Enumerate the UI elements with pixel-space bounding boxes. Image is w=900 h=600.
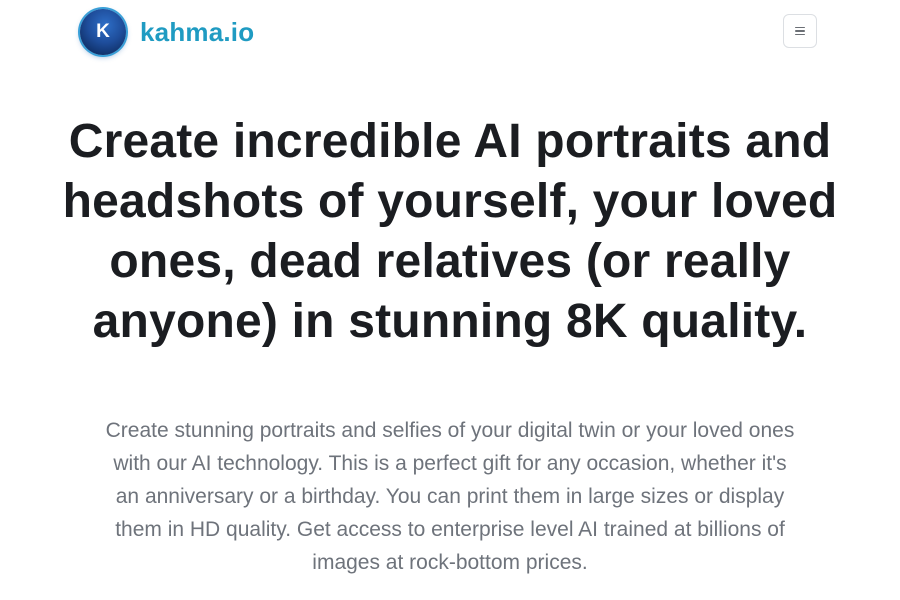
menu-toggle-button[interactable] [783,14,817,48]
hero-description: Create stunning portraits and selfies of… [105,419,795,574]
logo-letter: K [96,21,110,42]
landing-page: K kahma.io Create incredible AI portrait… [0,0,900,600]
hamburger-menu-icon [795,26,805,36]
brand-name: kahma.io [140,16,255,47]
brand-home-link[interactable]: K kahma.io [80,8,254,56]
hero-title: Create incredible AI portraits and heads… [62,115,838,348]
site-header: K kahma.io [0,0,900,66]
kahma-logo-icon: K [80,9,126,55]
